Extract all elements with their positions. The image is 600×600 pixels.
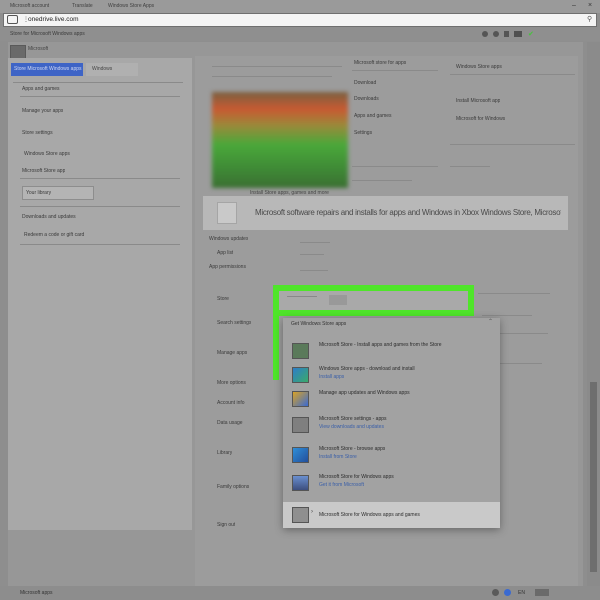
- clock: [535, 589, 549, 596]
- chevron-right-icon: ›: [311, 509, 313, 515]
- status-text: Microsoft apps: [20, 590, 53, 596]
- menu-item[interactable]: Windows Store apps - download and instal…: [283, 362, 500, 388]
- status-bar: Microsoft apps EN: [0, 586, 600, 600]
- setting-row[interactable]: Manage apps: [217, 350, 247, 356]
- app-icon: [292, 343, 309, 359]
- menu-item[interactable]: Manage app updates and Windows apps: [283, 386, 500, 412]
- search-icon[interactable]: ⚲: [587, 15, 592, 23]
- menu-item-selected[interactable]: › Microsoft Store for Windows apps and g…: [283, 502, 500, 528]
- downloads-icon[interactable]: [514, 31, 522, 37]
- browser-logo-icon: [7, 15, 18, 24]
- app-icon: [292, 447, 309, 463]
- sidebar-item[interactable]: Manage your apps: [22, 108, 63, 114]
- bookmarks-text: Store for Microsoft Windows apps: [10, 31, 85, 37]
- menu-item[interactable]: Microsoft Store settings - apps View dow…: [283, 412, 500, 438]
- favorites-icon[interactable]: ✔: [528, 30, 534, 38]
- sidebar-header: Microsoft: [28, 46, 49, 52]
- browser-tab[interactable]: Translate: [72, 3, 93, 9]
- app-icon: [292, 475, 309, 491]
- right-list-item[interactable]: Install Microsoft app: [456, 98, 500, 104]
- close-icon[interactable]: ×: [588, 2, 592, 9]
- info-item[interactable]: Settings: [354, 130, 372, 136]
- minimize-icon[interactable]: –: [572, 2, 576, 9]
- menu-close-icon[interactable]: ⌃: [488, 318, 493, 325]
- sidebar: Store Microsoft Windows apps Windows App…: [8, 58, 192, 530]
- sidebar-field[interactable]: Your library: [22, 186, 94, 200]
- headline-text: Microsoft software repairs and installs …: [255, 208, 561, 217]
- info-title: Microsoft store for apps: [354, 60, 407, 66]
- browser-tab[interactable]: Windows Store Apps: [108, 3, 154, 9]
- sidebar-item[interactable]: Microsoft Store app: [22, 168, 65, 174]
- setting-row[interactable]: Library: [217, 450, 232, 456]
- menu-item[interactable]: Microsoft Store - Install apps and games…: [283, 338, 500, 364]
- product-icon: [217, 202, 237, 224]
- setting-row[interactable]: Data usage: [217, 420, 243, 426]
- hero-image: [212, 92, 348, 188]
- setting-row[interactable]: Windows updates: [209, 236, 248, 242]
- app-icon: [292, 367, 309, 383]
- right-list: Windows Store apps Install Microsoft app…: [450, 58, 578, 178]
- setting-row[interactable]: More options: [217, 380, 246, 386]
- sidebar-tab-windows[interactable]: Windows: [86, 63, 138, 76]
- scrollbar-thumb[interactable]: [590, 382, 597, 572]
- menu-item[interactable]: Microsoft Store for Windows apps Get it …: [283, 470, 500, 496]
- sidebar-item[interactable]: Redeem a code or gift card: [24, 232, 84, 238]
- info-item[interactable]: Apps and games: [354, 113, 392, 119]
- info-item[interactable]: Download: [354, 80, 376, 86]
- sidebar-item[interactable]: Downloads and updates: [22, 214, 76, 220]
- install-text: Install Store apps, games and more: [250, 190, 329, 196]
- app-icon: [292, 507, 309, 523]
- highlight-bar: [273, 285, 279, 380]
- setting-row[interactable]: App list: [217, 250, 233, 256]
- setting-row[interactable]: Search settings: [217, 320, 251, 326]
- settings-rows: Windows updates App list App permissions…: [205, 232, 280, 532]
- sidebar-tab-store[interactable]: Store Microsoft Windows apps: [11, 63, 83, 76]
- extensions-icon[interactable]: [504, 31, 509, 37]
- setting-row[interactable]: Sign out: [217, 522, 235, 528]
- sidebar-item[interactable]: Windows Store apps: [24, 151, 70, 157]
- info-panel: Microsoft store for apps Download Downlo…: [352, 58, 442, 188]
- app-icon: [292, 391, 309, 407]
- headline-banner: Microsoft software repairs and installs …: [203, 196, 568, 230]
- dropdown-menu: Get Windows Store apps ⌃ Microsoft Store…: [283, 318, 500, 528]
- edge-icon[interactable]: [504, 589, 511, 596]
- menu-header: Get Windows Store apps: [291, 321, 347, 327]
- setting-row[interactable]: Account info: [217, 400, 245, 406]
- app-icon: [292, 417, 309, 433]
- setting-row[interactable]: Family options: [217, 484, 249, 490]
- setting-row[interactable]: App permissions: [209, 264, 246, 270]
- sidebar-item[interactable]: Apps and games: [22, 86, 60, 92]
- settings-icon[interactable]: [482, 31, 488, 37]
- highlight-box: [273, 285, 474, 316]
- info-item[interactable]: Downloads: [354, 96, 379, 102]
- url-text[interactable]: onedrive.live.com: [28, 16, 79, 23]
- tab-strip: Microsoft account Translate Windows Stor…: [0, 0, 600, 13]
- app-logo: [10, 45, 26, 59]
- network-icon[interactable]: [492, 589, 499, 596]
- bookmarks-bar: Store for Microsoft Windows apps ✔: [0, 27, 600, 41]
- address-bar[interactable]: ⋮ onedrive.live.com ⚲: [3, 13, 597, 27]
- right-list-title: Windows Store apps: [456, 64, 502, 70]
- setting-row[interactable]: Store: [217, 296, 229, 302]
- menu-item[interactable]: Microsoft Store - browse apps Install fr…: [283, 442, 500, 468]
- scrollbar[interactable]: [587, 42, 600, 587]
- sidebar-item[interactable]: Store settings: [22, 130, 53, 136]
- language-indicator[interactable]: EN: [518, 590, 525, 596]
- profile-icon[interactable]: [493, 31, 499, 37]
- browser-tab[interactable]: Microsoft account: [10, 3, 49, 9]
- right-list-item[interactable]: Microsoft for Windows: [456, 116, 505, 122]
